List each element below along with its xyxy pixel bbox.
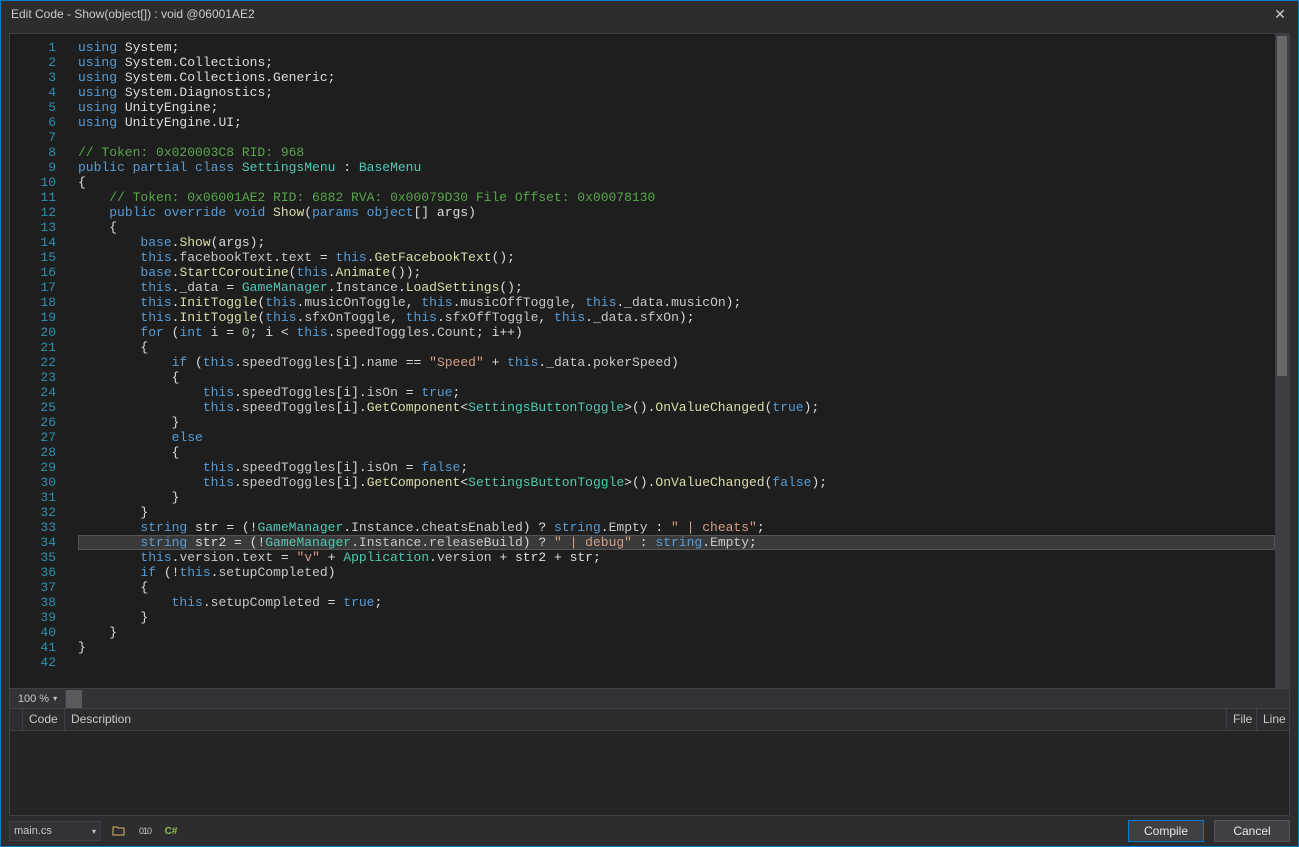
file-name: main.cs: [14, 825, 52, 837]
error-list-body: [9, 731, 1290, 816]
col-line[interactable]: Line: [1257, 709, 1289, 730]
binary-icon[interactable]: 010: [137, 823, 153, 839]
window-title: Edit Code - Show(object[]) : void @06001…: [7, 7, 255, 21]
zoom-value: 100 %: [18, 693, 49, 705]
csharp-icon[interactable]: C#: [163, 823, 179, 839]
chevron-down-icon: ▾: [53, 694, 57, 703]
error-list-header: Code Description File Line: [9, 709, 1290, 731]
title-bar: Edit Code - Show(object[]) : void @06001…: [1, 1, 1298, 27]
col-file[interactable]: File: [1227, 709, 1257, 730]
open-folder-icon[interactable]: [111, 823, 127, 839]
file-combo[interactable]: main.cs ▾: [9, 821, 101, 841]
bottom-bar: main.cs ▾ 010 C# Compile Cancel: [1, 816, 1298, 846]
close-icon[interactable]: ✕: [1268, 2, 1292, 26]
vertical-scrollbar[interactable]: [1275, 34, 1289, 688]
scroll-left-icon[interactable]: [66, 690, 82, 708]
editor-hscroll-row: 100 % ▾: [9, 689, 1290, 709]
col-code[interactable]: Code: [23, 709, 65, 730]
compile-button[interactable]: Compile: [1128, 820, 1204, 842]
scroll-thumb[interactable]: [1277, 36, 1287, 376]
cancel-button[interactable]: Cancel: [1214, 820, 1290, 842]
line-gutter: 1234567891011121314151617181920212223242…: [10, 34, 66, 688]
code-area[interactable]: using System;using System.Collections;us…: [66, 34, 1275, 688]
zoom-combo[interactable]: 100 % ▾: [10, 689, 66, 709]
chevron-down-icon: ▾: [92, 827, 96, 836]
code-editor[interactable]: 1234567891011121314151617181920212223242…: [9, 33, 1290, 689]
col-description[interactable]: Description: [65, 709, 1227, 730]
